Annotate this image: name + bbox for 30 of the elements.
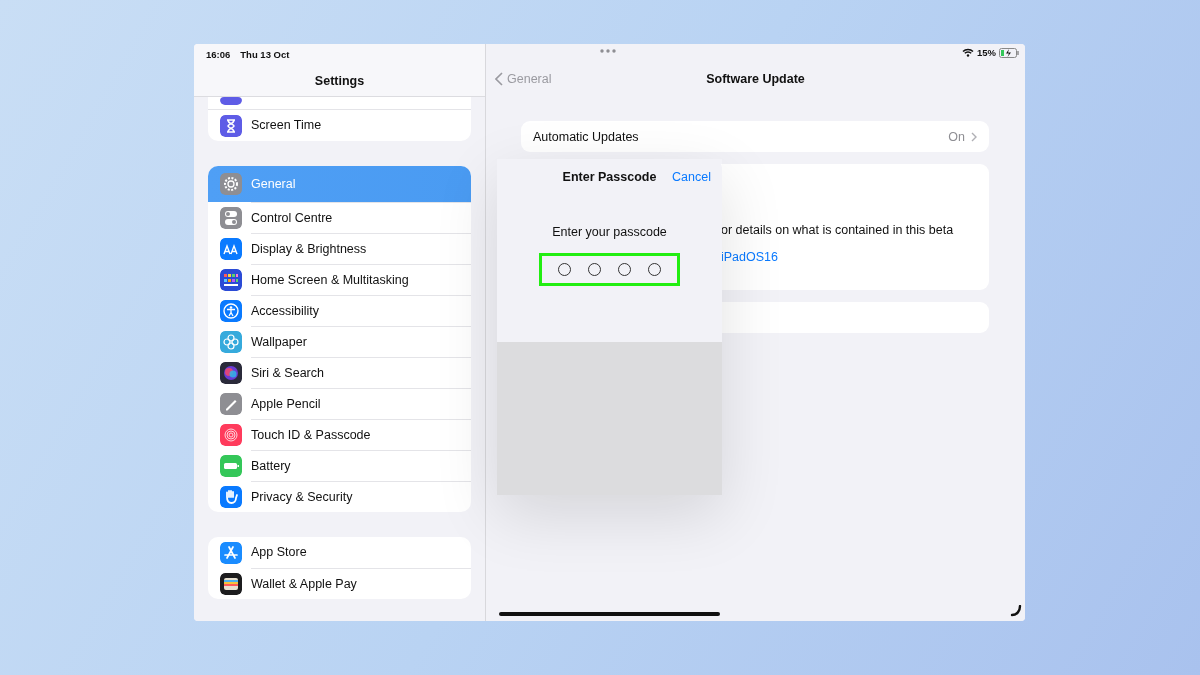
sidebar-item[interactable]: App Store xyxy=(208,537,471,568)
sidebar-title: Settings xyxy=(313,74,366,88)
sidebar-item[interactable]: Siri & Search xyxy=(208,357,471,388)
sidebar-item[interactable]: Accessibility xyxy=(208,295,471,326)
focus-icon xyxy=(220,97,242,105)
wifi-icon xyxy=(962,48,974,57)
sidebar-item[interactable]: Privacy & Security xyxy=(208,481,471,512)
sidebar-item[interactable]: Control Centre xyxy=(208,202,471,233)
corner-arc-icon xyxy=(1010,605,1022,617)
status-time: 16:06 xyxy=(206,48,231,60)
battery-percent: 15% xyxy=(977,47,996,58)
passcode-prompt: Enter your passcode xyxy=(552,225,667,239)
chevron-right-icon xyxy=(971,131,977,142)
sidebar-item[interactable]: Display & Brightness xyxy=(208,233,471,264)
sidebar-item[interactable]: Battery xyxy=(208,450,471,481)
sidebar-item[interactable]: Touch ID & Passcode xyxy=(208,419,471,450)
sidebar-item[interactable]: Home Screen & Multitasking xyxy=(208,264,471,295)
sidebar-item[interactable]: Wallpaper xyxy=(208,326,471,357)
sidebar-item[interactable]: Wallet & Apple Pay xyxy=(208,568,471,599)
beta-link[interactable]: iPadOS16 xyxy=(721,250,989,264)
battery-charging-icon xyxy=(999,47,1019,58)
sidebar-item[interactable]: Apple Pencil xyxy=(208,388,471,419)
chevron-left-icon xyxy=(495,71,503,86)
automatic-updates-row[interactable]: Automatic Updates On xyxy=(521,121,989,152)
page-title: Software Update xyxy=(706,71,805,86)
multitasking-dots-icon[interactable] xyxy=(600,49,616,53)
sheet-title: Enter Passcode xyxy=(562,170,657,184)
beta-description: or details on what is contained in this beta xyxy=(721,223,955,237)
status-date: Thu 13 Oct xyxy=(240,48,290,60)
cancel-button[interactable]: Cancel xyxy=(672,170,711,184)
